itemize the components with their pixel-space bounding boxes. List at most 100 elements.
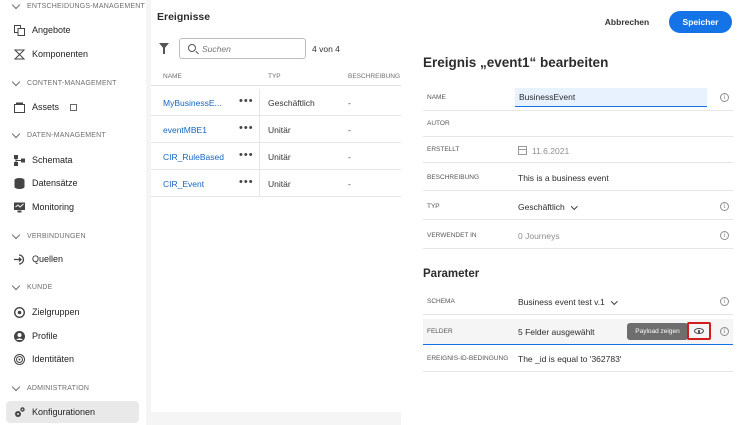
field-label: BESCHREIBUNG — [427, 174, 480, 181]
table-header: NAME TYP BESCHREIBUNG — [151, 70, 401, 86]
sidebar-item-monitoring[interactable]: Monitoring — [6, 196, 139, 218]
section-customer[interactable]: KUNDE — [11, 281, 53, 291]
field-label: NAME — [427, 94, 446, 101]
type-dropdown[interactable]: Geschäftlich — [518, 202, 578, 212]
field-label: ERSTELLT — [427, 146, 460, 153]
created-date: 11.6.2021 — [518, 145, 569, 156]
event-description: - — [348, 98, 351, 108]
event-type: Unitär — [268, 179, 291, 189]
event-type: Geschäftlich — [268, 98, 315, 108]
sidebar-item-datasets[interactable]: Datensätze — [6, 172, 139, 194]
search-placeholder: Suchen — [202, 43, 231, 54]
column-name[interactable]: NAME — [163, 73, 182, 80]
field-used-in: VERWENDET IN 0 Journeys i — [423, 223, 733, 249]
sidebar-item-identities[interactable]: Identitäten — [6, 348, 139, 370]
section-connections[interactable]: VERBINDUNGEN — [11, 230, 86, 240]
event-type: Unitär — [268, 152, 291, 162]
sidebar-item-assets[interactable]: Assets — [6, 96, 139, 118]
field-name: NAME BusinessEvent i — [423, 85, 733, 111]
show-payload-button[interactable] — [687, 322, 711, 340]
event-description: - — [348, 125, 351, 135]
sidebar-item-schemas[interactable]: Schemata — [6, 149, 139, 171]
search-input[interactable]: Suchen — [179, 38, 306, 59]
chevron-down-icon — [610, 297, 618, 304]
sidebar-item-sources[interactable]: Quellen — [6, 248, 139, 270]
field-label: SCHEMA — [427, 298, 455, 305]
components-icon — [13, 49, 26, 60]
eye-icon — [694, 328, 704, 334]
event-description: - — [348, 179, 351, 189]
section-content-management[interactable]: CONTENT-MANAGEMENT — [11, 77, 117, 87]
field-description: BESCHREIBUNG This is a business event — [423, 165, 733, 191]
identities-icon — [14, 353, 25, 365]
table-row[interactable]: MyBusinessE... ••• Geschäftlich - — [151, 89, 401, 116]
gear-icon — [14, 406, 25, 418]
used-in-value: 0 Journeys — [518, 231, 560, 241]
profile-icon — [14, 330, 25, 342]
fields-value[interactable]: 5 Felder ausgewählt — [518, 327, 595, 337]
more-actions-icon[interactable]: ••• — [239, 176, 254, 188]
event-name-link[interactable]: MyBusinessE... — [163, 98, 222, 108]
event-name-link[interactable]: CIR_RuleBased — [163, 152, 224, 162]
monitoring-icon — [14, 202, 25, 213]
cancel-button[interactable]: Abbrechen — [600, 12, 654, 32]
event-type: Unitär — [268, 125, 291, 135]
field-author: AUTOR — [423, 111, 733, 137]
table-row[interactable]: CIR_Event ••• Unitär - — [151, 170, 401, 197]
edit-event-panel: Abbrechen Speicher Ereignis „event1“ bea… — [401, 0, 750, 425]
field-label: AUTOR — [427, 120, 450, 127]
field-schema: SCHEMA Business event test v.1 i — [423, 289, 733, 315]
more-actions-icon[interactable]: ••• — [239, 122, 254, 134]
schema-icon — [14, 154, 25, 166]
field-label: EREIGNIS-ID-BEDINGUNG — [427, 355, 509, 362]
column-description[interactable]: BESCHREIBUNG — [348, 73, 400, 80]
more-actions-icon[interactable]: ••• — [239, 149, 254, 161]
info-icon[interactable]: i — [720, 297, 729, 306]
calendar-icon — [518, 146, 527, 155]
panel-title: Ereignis „event1“ bearbeiten — [423, 55, 609, 70]
field-event-id-condition: EREIGNIS-ID-BEDINGUNG The _id is equal t… — [423, 346, 733, 372]
field-type: TYP Geschäftlich i — [423, 194, 733, 220]
audiences-icon — [13, 306, 26, 318]
info-icon[interactable]: i — [720, 231, 729, 240]
result-count: 4 von 4 — [312, 44, 340, 54]
event-name-link[interactable]: eventMBE1 — [163, 125, 207, 135]
field-label: VERWENDET IN — [427, 232, 477, 239]
list-title: Ereignisse — [157, 11, 211, 23]
sidebar-item-audiences[interactable]: Zielgruppen — [6, 301, 139, 323]
sidebar-item-components[interactable]: Komponenten — [6, 43, 139, 65]
name-input[interactable]: BusinessEvent — [515, 88, 707, 107]
sidebar: ENTSCHEIDUNGS-MANAGEMENT Angebote Kompon… — [0, 0, 146, 425]
more-actions-icon[interactable]: ••• — [239, 95, 254, 107]
show-payload-tooltip: Payload zeigen — [627, 323, 692, 340]
table-row[interactable]: CIR_RuleBased ••• Unitär - — [151, 143, 401, 170]
info-icon[interactable]: i — [720, 202, 729, 211]
parameters-heading: Parameter — [423, 268, 480, 280]
condition-value[interactable]: The _id is equal to '362783' — [518, 354, 621, 364]
description-value[interactable]: This is a business event — [518, 173, 609, 183]
save-button[interactable]: Speicher — [669, 11, 732, 33]
section-administration[interactable]: ADMINISTRATION — [11, 382, 89, 392]
offers-icon — [14, 24, 25, 36]
info-icon[interactable]: i — [720, 93, 729, 102]
event-name-link[interactable]: CIR_Event — [163, 179, 204, 189]
sidebar-item-profiles[interactable]: Profile — [6, 325, 139, 347]
section-decision-management[interactable]: ENTSCHEIDUNGS-MANAGEMENT — [11, 0, 145, 10]
filter-icon[interactable] — [159, 43, 169, 54]
field-created: ERSTELLT 11.6.2021 — [423, 137, 733, 163]
datasets-icon — [14, 177, 25, 189]
sidebar-item-configurations[interactable]: Konfigurationen — [6, 401, 139, 423]
field-label: TYP — [427, 203, 440, 210]
event-description: - — [348, 152, 351, 162]
section-data-management[interactable]: DATEN-MANAGEMENT — [11, 129, 106, 139]
chevron-down-icon — [570, 202, 578, 209]
table-row[interactable]: eventMBE1 ••• Unitär - — [151, 116, 401, 143]
schema-dropdown[interactable]: Business event test v.1 — [518, 297, 618, 307]
info-icon[interactable]: i — [720, 327, 729, 336]
sidebar-item-offers[interactable]: Angebote — [6, 19, 139, 41]
external-link-icon — [70, 103, 78, 111]
column-type[interactable]: TYP — [268, 73, 281, 80]
search-icon — [188, 44, 196, 52]
sources-icon — [14, 253, 25, 265]
field-label: FELDER — [427, 328, 453, 335]
